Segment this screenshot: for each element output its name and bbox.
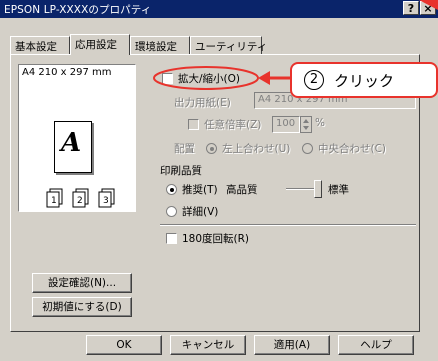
highlight-ellipse <box>153 66 259 90</box>
tab-advanced[interactable]: 応用設定 <box>70 34 130 55</box>
click-callout: 2 クリック <box>290 62 438 98</box>
callout-text: クリック <box>334 72 395 90</box>
callout-step-number: 2 <box>304 70 324 90</box>
tab-advanced-label: 応用設定 <box>75 39 117 51</box>
corner-arrow-icon <box>419 0 438 10</box>
callout-arrow-icon <box>258 71 270 85</box>
annotation-overlay <box>153 0 438 90</box>
